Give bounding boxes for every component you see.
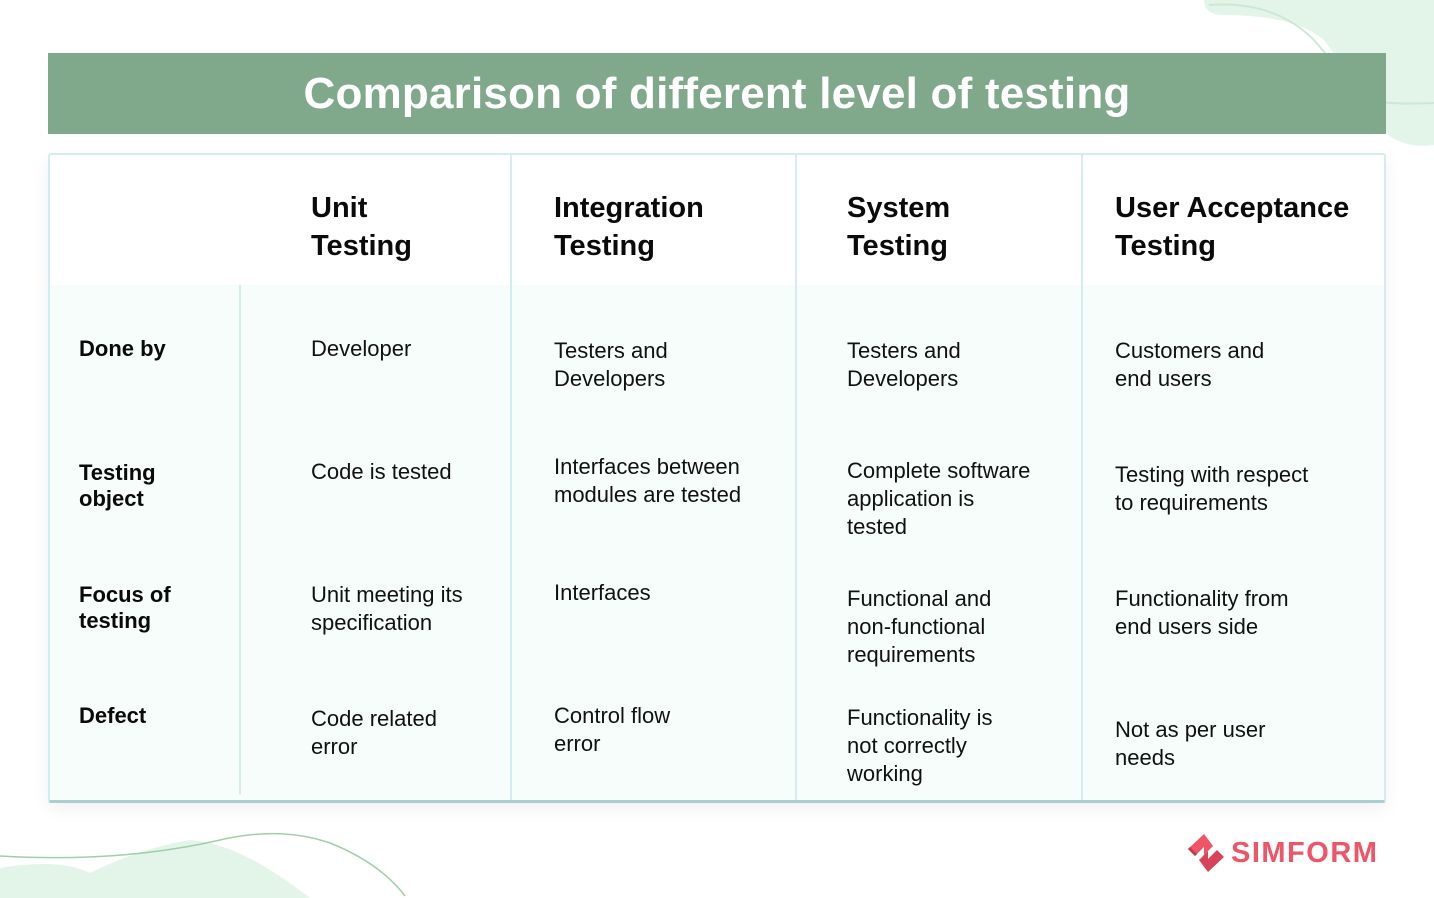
column-header-uat: User Acceptance Testing <box>1115 189 1349 265</box>
column-divider <box>1081 155 1083 800</box>
table-cell: Control flow error <box>554 703 671 756</box>
simform-logo: SIMFORM <box>1187 833 1378 873</box>
header-line: User Acceptance <box>1115 192 1350 224</box>
table-cell: Interfaces between modules are tested <box>554 454 742 507</box>
table-cell: Functionality is not correctly working <box>847 705 993 786</box>
row-label-defect: Defect <box>79 703 147 728</box>
decorative-wave-bottom-left <box>0 832 406 898</box>
table-cell: Functionality from end users side <box>1115 586 1289 639</box>
header-line: Testing <box>1115 230 1216 262</box>
column-divider <box>510 155 512 800</box>
table-cell: Complete software application is tested <box>847 458 1031 539</box>
title-banner: Comparison of different level of testing <box>48 53 1386 134</box>
table-cell: Code related error <box>311 706 437 759</box>
column-divider <box>795 155 797 800</box>
table-cell: Testers and Developers <box>554 338 668 391</box>
header-line: Testing <box>554 230 655 262</box>
header-line: System <box>847 192 951 224</box>
table-cell: Functional and non-functional requiremen… <box>847 586 992 667</box>
table-cell: Code is tested <box>311 459 452 484</box>
table-cell: Developer <box>311 336 412 361</box>
row-label-testing-object: Testing object <box>79 460 156 511</box>
column-header-unit: Unit Testing <box>311 189 412 265</box>
table-cell: Testers and Developers <box>847 338 961 391</box>
column-header-integration: Integration Testing <box>554 189 704 265</box>
brand-name: SIMFORM <box>1231 836 1379 869</box>
header-line: Integration <box>554 192 704 224</box>
comparison-table: Unit Testing Integration Testing System … <box>48 153 1386 803</box>
table-cell: Customers and end users <box>1115 338 1265 391</box>
table-cell: Interfaces <box>554 580 651 605</box>
table-cell: Not as per user needs <box>1115 717 1266 770</box>
table-cell: Unit meeting its specification <box>311 582 463 635</box>
column-header-system: System Testing <box>847 189 950 265</box>
column-divider <box>239 285 241 794</box>
page-title: Comparison of different level of testing <box>303 68 1131 118</box>
row-label-done-by: Done by <box>79 336 166 361</box>
header-line: Testing <box>847 230 948 262</box>
header-line: Unit <box>311 192 368 224</box>
table-cell: Testing with respect to requirements <box>1115 462 1309 515</box>
row-label-focus-of-testing: Focus of testing <box>79 582 171 633</box>
header-line: Testing <box>311 230 412 262</box>
simform-logo-icon <box>1188 834 1224 872</box>
